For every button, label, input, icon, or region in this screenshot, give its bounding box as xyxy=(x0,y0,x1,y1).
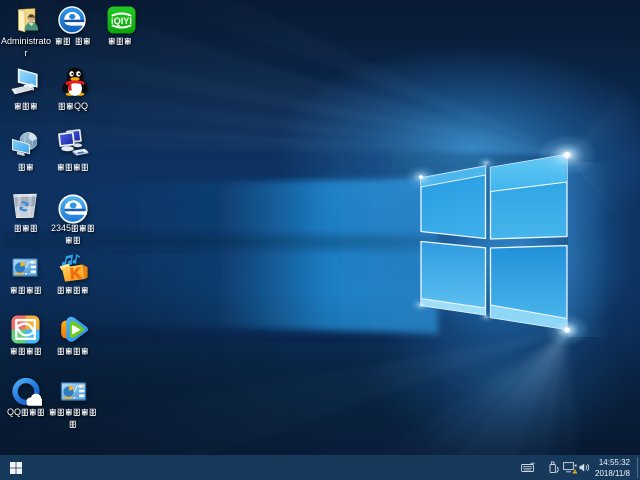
svg-text:iQIYI: iQIYI xyxy=(111,16,132,26)
svg-text:K: K xyxy=(69,264,81,281)
